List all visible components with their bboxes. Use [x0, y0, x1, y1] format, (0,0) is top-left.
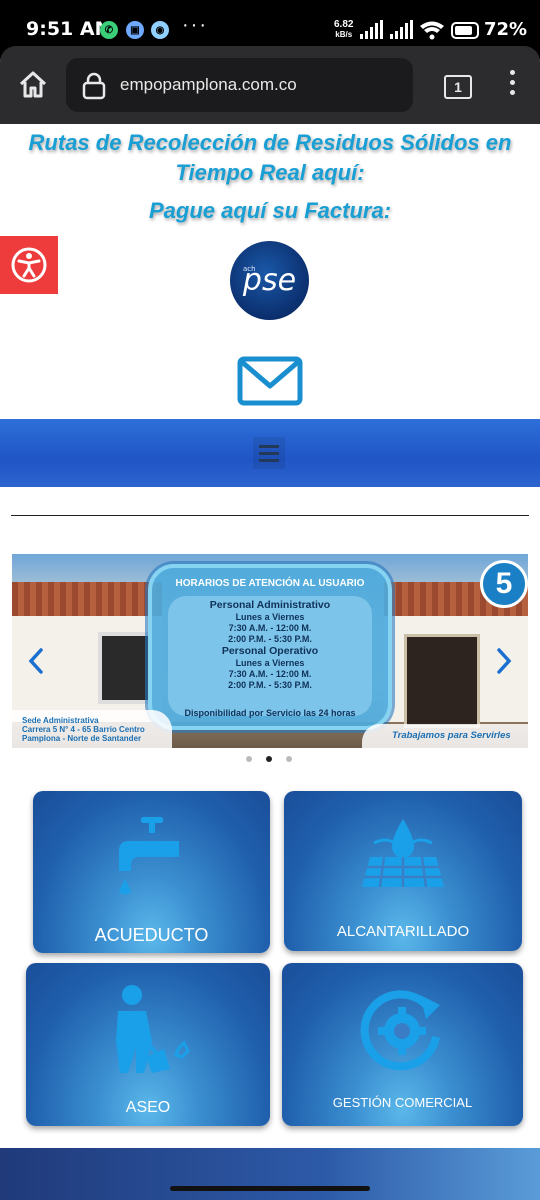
faucet-icon	[119, 817, 179, 895]
sede-address: Sede Administrativa Carrera 5 N° 4 - 65 …	[12, 710, 172, 748]
sede-line-1: Sede Administrativa	[22, 716, 99, 725]
service-label-gestion-comercial: GESTIÓN COMERCIAL	[332, 1095, 473, 1110]
oper-morning: 7:30 A.M. - 12:00 M.	[228, 669, 312, 679]
availability-note: Disponibilidad por Servicio las 24 horas	[184, 708, 356, 718]
schedule-card: HORARIOS DE ATENCIÓN AL USUARIO Personal…	[148, 564, 392, 730]
carousel-dot-active[interactable]	[266, 756, 272, 762]
url-text: empopamplona.com.co	[120, 75, 297, 94]
hamburger-menu-icon[interactable]	[253, 437, 285, 469]
routes-link[interactable]: Rutas de Recolección de Residuos Sólidos…	[0, 128, 540, 188]
home-indicator[interactable]	[170, 1186, 370, 1191]
schedule-body: Personal Administrativo Lunes a Viernes …	[168, 596, 372, 718]
accessibility-button[interactable]	[0, 236, 58, 294]
more-notifications-icon: ···	[182, 14, 208, 36]
home-icon[interactable]	[18, 70, 48, 100]
schedule-title: HORARIOS DE ATENCIÓN AL USUARIO	[175, 578, 365, 589]
service-tile-alcantarillado[interactable]: ALCANTARILLADO	[284, 791, 522, 951]
tab-switcher-button[interactable]: 1	[444, 75, 472, 99]
service-tile-acueducto[interactable]: ACUEDUCTO	[33, 791, 270, 953]
lock-icon	[82, 72, 106, 100]
app-notification-icon: ▣	[126, 21, 144, 39]
network-speed-value: 6.82	[334, 19, 354, 30]
empopamplona-logo: 5	[480, 560, 528, 608]
carousel-next-icon[interactable]	[496, 647, 512, 675]
carousel-dot[interactable]	[286, 756, 292, 762]
pay-bill-heading: Pague aquí su Factura:	[148, 198, 392, 223]
service-label-aseo: ASEO	[125, 1099, 171, 1116]
house-door	[404, 634, 480, 728]
routes-line-1: Rutas de Recolección de Residuos Sólidos…	[28, 130, 512, 155]
footer-band	[0, 1148, 540, 1200]
battery-level: 72%	[484, 19, 528, 40]
whatsapp-notification-icon: ✆	[100, 21, 118, 39]
oper-days: Lunes a Viernes	[235, 658, 305, 668]
service-tile-aseo[interactable]: ASEO	[26, 963, 270, 1126]
drain-icon	[362, 819, 444, 888]
carousel-indicators	[246, 756, 292, 762]
network-speed-unit: kB/s	[335, 30, 353, 39]
sede-line-2: Carrera 5 N° 4 - 65 Barrio Centro	[22, 725, 145, 734]
service-label-alcantarillado: ALCANTARILLADO	[336, 923, 470, 940]
house-window	[98, 632, 152, 704]
network-speed: 6.82 kB/s	[334, 20, 353, 40]
divider	[11, 515, 529, 516]
sede-line-3: Pamplona - Norte de Santander	[22, 734, 142, 743]
oper-heading: Personal Operativo	[221, 645, 319, 657]
slogan: Trabajamos para Servirles	[362, 724, 528, 748]
pse-payment-button[interactable]: ach pse	[230, 241, 309, 320]
gear-cycle-icon	[360, 990, 440, 1071]
admin-morning: 7:30 A.M. - 12:00 M.	[228, 623, 312, 633]
browser-toolbar: empopamplona.com.co 1	[0, 46, 540, 124]
accessibility-icon	[11, 247, 47, 283]
roof-left	[12, 582, 162, 618]
signal-wifi-battery-icons	[360, 20, 479, 40]
pse-ach-label: ach	[243, 265, 256, 273]
carousel-prev-icon[interactable]	[28, 647, 44, 675]
carousel-dot[interactable]	[246, 756, 252, 762]
routes-line-2: Tiempo Real aquí:	[175, 160, 365, 185]
address-bar[interactable]: empopamplona.com.co	[66, 58, 413, 112]
service-tile-gestion-comercial[interactable]: GESTIÓN COMERCIAL	[282, 963, 523, 1126]
admin-days: Lunes a Viernes	[235, 612, 305, 622]
game-notification-icon: ◉	[151, 21, 169, 39]
oper-afternoon: 2:00 P.M. - 5:30 P.M.	[228, 680, 312, 690]
sweeper-icon	[116, 985, 190, 1073]
admin-heading: Personal Administrativo	[209, 599, 331, 611]
mail-icon[interactable]	[237, 356, 303, 406]
browser-menu-icon[interactable]	[510, 70, 515, 100]
admin-afternoon: 2:00 P.M. - 5:30 P.M.	[228, 634, 312, 644]
service-label-acueducto: ACUEDUCTO	[94, 925, 209, 945]
schedule-carousel[interactable]: HORARIOS DE ATENCIÓN AL USUARIO Personal…	[12, 554, 528, 748]
